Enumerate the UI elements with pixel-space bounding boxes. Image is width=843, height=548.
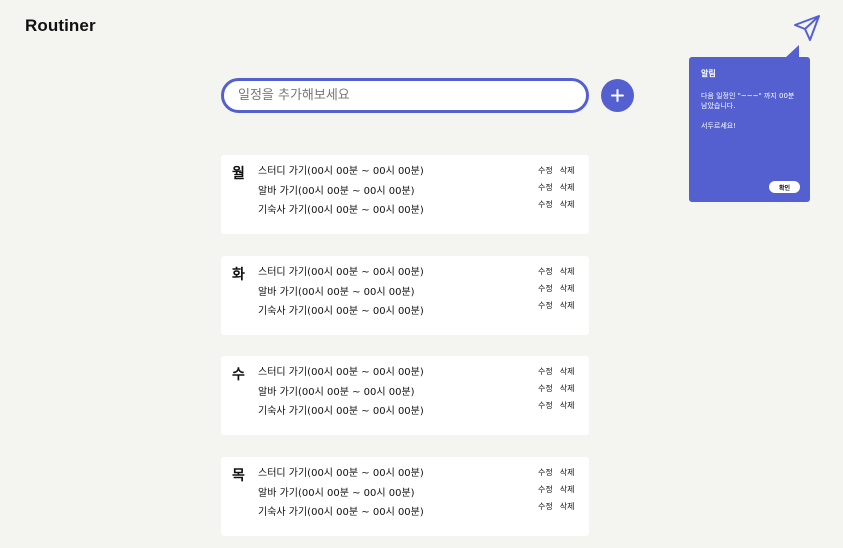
delete-button[interactable]: 삭제 (560, 485, 575, 494)
paper-plane-icon (794, 15, 820, 41)
edit-button[interactable]: 수정 (538, 401, 553, 410)
schedule-item: 알바 가기(00시 00분 ~ 00시 00분) (258, 487, 415, 499)
edit-button[interactable]: 수정 (538, 485, 553, 494)
schedule-item: 기숙사 가기(00시 00분 ~ 00시 00분) (258, 507, 424, 518)
edit-button[interactable]: 수정 (538, 267, 553, 276)
send-button[interactable] (792, 13, 822, 43)
schedule-item: 기숙사 가기(00시 00분 ~ 00시 00분) (258, 406, 424, 417)
day-card-wed: 수 스터디 가기(00시 00분 ~ 00시 00분) 알바 가기(00시 00… (221, 356, 589, 435)
schedule-list: 스터디 가기(00시 00분 ~ 00시 00분) 알바 가기(00시 00분 … (258, 266, 424, 325)
schedule-item: 기숙사 가기(00시 00분 ~ 00시 00분) (258, 306, 424, 317)
schedule-item: 스터디 가기(00시 00분 ~ 00시 00분) (258, 267, 424, 278)
schedule-item: 스터디 가기(00시 00분 ~ 00시 00분) (258, 166, 424, 177)
delete-button[interactable]: 삭제 (560, 502, 575, 511)
schedule-list: 스터디 가기(00시 00분 ~ 00시 00분) 알바 가기(00시 00분 … (258, 467, 424, 526)
app-title: Routiner (25, 16, 96, 35)
notification-popup: 알림 다음 일정인 "~~~" 까지 00분 남았습니다. 서두르세요! 확인 (689, 45, 810, 202)
schedule-list: 스터디 가기(00시 00분 ~ 00시 00분) 알바 가기(00시 00분 … (258, 366, 424, 425)
notification-pointer (785, 45, 799, 58)
delete-button[interactable]: 삭제 (560, 284, 575, 293)
schedule-item: 기숙사 가기(00시 00분 ~ 00시 00분) (258, 205, 424, 216)
confirm-button[interactable]: 확인 (769, 181, 800, 193)
edit-button[interactable]: 수정 (538, 301, 553, 310)
action-row: 수정 삭제 (538, 383, 574, 400)
day-label: 수 (232, 367, 245, 383)
schedule-item: 알바 가기(00시 00분 ~ 00시 00분) (258, 286, 415, 298)
delete-button[interactable]: 삭제 (560, 367, 575, 376)
action-row: 수정 삭제 (538, 266, 574, 283)
edit-button[interactable]: 수정 (538, 166, 553, 175)
action-row: 수정 삭제 (538, 165, 574, 182)
action-list: 수정 삭제 수정 삭제 수정 삭제 (538, 266, 574, 317)
plus-icon (611, 89, 624, 102)
action-row: 수정 삭제 (538, 400, 574, 417)
action-row: 수정 삭제 (538, 199, 574, 216)
delete-button[interactable]: 삭제 (560, 200, 575, 209)
action-row: 수정 삭제 (538, 366, 574, 383)
edit-button[interactable]: 수정 (538, 183, 553, 192)
day-card-tue: 화 스터디 가기(00시 00분 ~ 00시 00분) 알바 가기(00시 00… (221, 256, 589, 335)
day-label: 월 (232, 166, 245, 182)
action-row: 수정 삭제 (538, 484, 574, 501)
delete-button[interactable]: 삭제 (560, 183, 575, 192)
action-row: 수정 삭제 (538, 182, 574, 199)
delete-button[interactable]: 삭제 (560, 267, 575, 276)
delete-button[interactable]: 삭제 (560, 468, 575, 477)
action-row: 수정 삭제 (538, 300, 574, 317)
edit-button[interactable]: 수정 (538, 200, 553, 209)
schedule-item: 스터디 가기(00시 00분 ~ 00시 00분) (258, 468, 424, 479)
edit-button[interactable]: 수정 (538, 384, 553, 393)
schedule-input[interactable] (221, 78, 589, 113)
edit-button[interactable]: 수정 (538, 502, 553, 511)
add-schedule-button[interactable] (601, 79, 634, 112)
day-label: 목 (232, 468, 245, 484)
delete-button[interactable]: 삭제 (560, 401, 575, 410)
delete-button[interactable]: 삭제 (560, 301, 575, 310)
schedule-item: 스터디 가기(00시 00분 ~ 00시 00분) (258, 367, 424, 378)
day-card-mon: 월 스터디 가기(00시 00분 ~ 00시 00분) 알바 가기(00시 00… (221, 155, 589, 234)
routiner-page: Routiner 월 스터디 가기(00시 00분 ~ 00시 00분) 알바 … (0, 0, 843, 548)
notification-title: 알림 (701, 69, 716, 78)
notification-extra: 서두르세요! (701, 122, 737, 130)
action-row: 수정 삭제 (538, 283, 574, 300)
action-list: 수정 삭제 수정 삭제 수정 삭제 (538, 165, 574, 216)
action-list: 수정 삭제 수정 삭제 수정 삭제 (538, 366, 574, 417)
edit-button[interactable]: 수정 (538, 367, 553, 376)
schedule-list: 스터디 가기(00시 00분 ~ 00시 00분) 알바 가기(00시 00분 … (258, 165, 424, 224)
schedule-item: 알바 가기(00시 00분 ~ 00시 00분) (258, 386, 415, 398)
action-list: 수정 삭제 수정 삭제 수정 삭제 (538, 467, 574, 518)
action-row: 수정 삭제 (538, 501, 574, 518)
edit-button[interactable]: 수정 (538, 468, 553, 477)
action-row: 수정 삭제 (538, 467, 574, 484)
notification-message: 다음 일정인 "~~~" 까지 00분 남았습니다. (701, 92, 795, 110)
add-schedule-form (221, 78, 635, 114)
schedule-item: 알바 가기(00시 00분 ~ 00시 00분) (258, 185, 415, 197)
edit-button[interactable]: 수정 (538, 284, 553, 293)
delete-button[interactable]: 삭제 (560, 384, 575, 393)
delete-button[interactable]: 삭제 (560, 166, 575, 175)
day-card-thu: 목 스터디 가기(00시 00분 ~ 00시 00분) 알바 가기(00시 00… (221, 457, 589, 536)
day-label: 화 (232, 267, 245, 283)
